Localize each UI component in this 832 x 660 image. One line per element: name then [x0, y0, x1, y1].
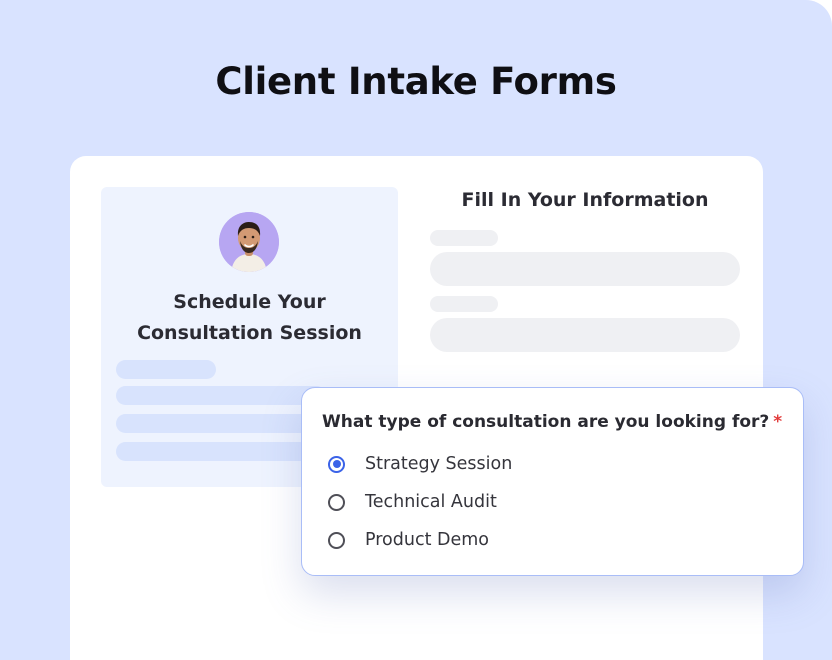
- option-label: Product Demo: [365, 530, 490, 550]
- placeholder-line: [116, 360, 216, 379]
- option-label: Strategy Session: [365, 454, 513, 474]
- question-text: What type of consultation are you lookin…: [322, 412, 770, 432]
- radio-unselected-icon[interactable]: [328, 493, 345, 511]
- app-frame: Client Intake Forms Schedule Your Consul…: [0, 0, 832, 660]
- placeholder-line: [116, 442, 326, 461]
- schedule-heading: Schedule Your Consultation Session: [101, 287, 398, 349]
- schedule-heading-line2: Consultation Session: [137, 322, 362, 344]
- radio-option-technical-audit[interactable]: Technical Audit: [328, 490, 497, 514]
- consultation-type-question: What type of consultation are you lookin…: [301, 387, 804, 576]
- placeholder-line: [116, 414, 326, 433]
- text-field-placeholder[interactable]: [430, 252, 740, 286]
- avatar: [219, 212, 279, 272]
- info-form-title: Fill In Your Information: [461, 189, 709, 211]
- question-label: What type of consultation are you lookin…: [322, 412, 782, 432]
- schedule-heading-line1: Schedule Your: [173, 291, 326, 313]
- field-label-placeholder: [430, 296, 498, 312]
- required-asterisk: *: [773, 412, 783, 432]
- radio-option-strategy-session[interactable]: Strategy Session: [328, 452, 512, 476]
- radio-unselected-icon[interactable]: [328, 531, 345, 549]
- radio-option-product-demo[interactable]: Product Demo: [328, 528, 489, 552]
- page-title: Client Intake Forms: [215, 60, 617, 103]
- field-label-placeholder: [430, 230, 498, 246]
- avatar-image: [219, 212, 279, 272]
- placeholder-line: [116, 386, 326, 405]
- text-field-placeholder[interactable]: [430, 318, 740, 352]
- radio-selected-icon[interactable]: [328, 455, 345, 473]
- option-label: Technical Audit: [365, 492, 497, 512]
